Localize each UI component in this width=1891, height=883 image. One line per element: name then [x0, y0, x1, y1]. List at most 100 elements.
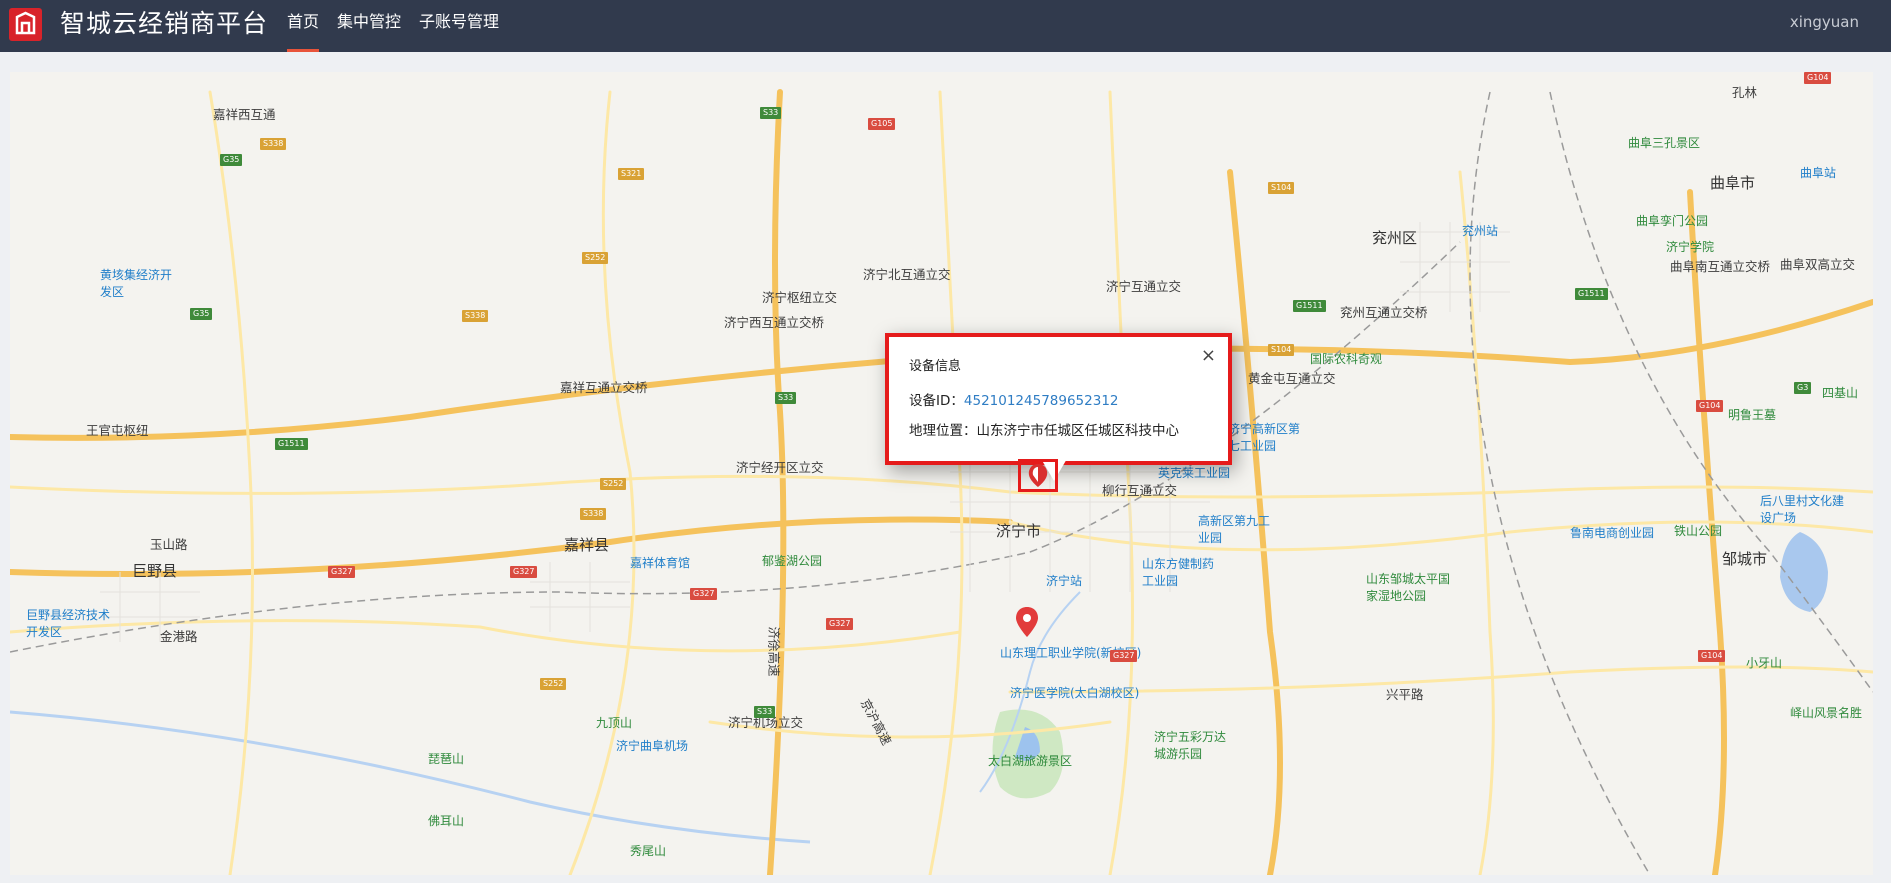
map-label-yishan: 峄山风景名胜 [1790, 706, 1863, 720]
map-label-qufuluan: 曲阜孪门公园 [1636, 214, 1709, 228]
map-label-wangguan: 王官屯枢纽 [86, 423, 149, 438]
map-label-jingang: 金港路 [160, 629, 198, 644]
device-id-label: 设备ID： [909, 393, 964, 409]
road-shield: S33 [775, 392, 797, 404]
map-label-qufuzhan: 曲阜站 [1800, 166, 1837, 180]
map-label-houbali: 后八里村文化建设广场 [1760, 494, 1845, 525]
map-label-jining-city: 济宁市 [996, 522, 1042, 540]
nav-central-control[interactable]: 集中管控 [328, 0, 410, 52]
map-label-jiningbei: 济宁北互通立交 [863, 267, 951, 282]
device-id-row: 设备ID：452101245789652312 [909, 389, 1119, 409]
location-marker-icon[interactable] [1016, 607, 1038, 637]
map-label-gaoxin9: 高新区第九工业园 [1198, 514, 1271, 545]
map-label-yanzhou: 兖州区 [1372, 229, 1418, 247]
map-label-jiningzhan: 济宁站 [1046, 574, 1083, 588]
map-label-huangjin: 黄金屯互通立交 [1248, 371, 1336, 386]
map-label-pipa: 琵琶山 [428, 752, 465, 766]
map-label-jixu: 济徐高速 [766, 626, 782, 677]
road-shield: S104 [1268, 344, 1295, 356]
map-label-jiaxiang: 嘉祥县 [564, 536, 610, 554]
road-shield: G105 [868, 118, 896, 130]
device-pin-highlight[interactable] [1018, 459, 1058, 492]
map-label-jiuding: 九顶山 [596, 716, 633, 730]
app-logo-icon [9, 8, 42, 41]
map-label-yuanhu: 郁鉴湖公园 [762, 554, 823, 568]
road-shield: S252 [600, 478, 627, 490]
map-label-yushan: 玉山路 [150, 537, 188, 552]
map-label-jiaxiangxi: 嘉祥西互通 [213, 107, 276, 122]
road-shield: S252 [540, 678, 567, 690]
nav-home[interactable]: 首页 [278, 0, 328, 52]
map-label-fangjian: 山东方健制药工业园 [1142, 557, 1215, 588]
road-shield: S338 [580, 508, 607, 520]
map-label-guoji: 国际农科奇观 [1310, 352, 1383, 366]
map-label-jiningxueyuan: 济宁学院 [1666, 240, 1715, 254]
road-shield: S321 [618, 168, 645, 180]
location-row: 地理位置：山东济宁市任城区任城区科技中心 [909, 419, 1179, 439]
user-menu[interactable]: xingyuan [1790, 0, 1859, 44]
map-label-taibaihu: 太白湖旅游景区 [988, 754, 1073, 768]
map-label-jiningjing: 济宁经开区立交 [736, 460, 824, 475]
road-shield: G35 [220, 154, 243, 166]
road-shield: G104 [1804, 72, 1832, 84]
map-label-jiningxi: 济宁西互通立交桥 [724, 315, 825, 330]
road-shield: G1511 [1575, 288, 1608, 300]
road-network [10, 89, 1873, 875]
road-shield: S338 [260, 138, 287, 150]
map-label-zoucheng-wetland: 山东邹城太平国家湿地公园 [1366, 572, 1451, 603]
map-label-xingping: 兴平路 [1386, 687, 1424, 702]
map-label-sanqu: 曲阜三孔景区 [1628, 136, 1701, 150]
nav-sub-account[interactable]: 子账号管理 [410, 0, 508, 52]
location-label: 地理位置： [909, 423, 977, 439]
map-label-yanzhouzhan: 兖州站 [1462, 224, 1499, 238]
road-shield: G327 [1110, 650, 1138, 662]
device-id-link[interactable]: 452101245789652312 [964, 393, 1119, 409]
map-label-tiyuguan: 嘉祥体育馆 [630, 556, 691, 570]
map-label-mingluwang: 明鲁王墓 [1728, 408, 1777, 422]
map-label-zoucheng: 邹城市 [1722, 550, 1768, 568]
road-shield: G35 [190, 308, 213, 320]
road-shield: G327 [510, 566, 538, 578]
top-navigation-bar: 智城云经销商平台 首页 集中管控 子账号管理 xingyuan [0, 0, 1891, 52]
popup-title: 设备信息 [909, 359, 962, 374]
map-label-jiningshu: 济宁枢纽立交 [762, 290, 838, 305]
map-label-qufuhu: 曲阜南互通立交桥 [1670, 259, 1771, 274]
device-info-popup: 设备信息 × 设备ID：452101245789652312 地理位置：山东济宁… [885, 333, 1232, 465]
road-shield: S252 [582, 252, 609, 264]
road-shield: G104 [1698, 650, 1726, 662]
map-label-juye: 巨野县 [132, 562, 178, 580]
road-shield: G3 [1794, 382, 1812, 394]
road-shield: G327 [826, 618, 854, 630]
road-shield: G1511 [1293, 300, 1326, 312]
road-shield: G1511 [275, 438, 308, 450]
map-label-lunan: 鲁南电商创业园 [1570, 526, 1655, 540]
map-label-yingke: 英克莱工业园 [1158, 466, 1231, 480]
map-label-airport: 济宁曲阜机场 [616, 739, 689, 753]
road-shield: S338 [462, 310, 489, 322]
map-label-liuhang: 柳行互通立交 [1102, 483, 1178, 498]
map-label-yixue: 济宁医学院(太白湖校区) [1010, 686, 1140, 700]
map-label-qufushuang: 曲阜双高立交 [1780, 257, 1856, 272]
map-canvas[interactable]: 济宁市 济宁市 兖州区 曲阜市 嘉祥县 巨野县 邹城市 孔林 嘉祥西互通 嘉祥互… [10, 72, 1873, 875]
device-pin-icon [1028, 464, 1048, 487]
map-label-tieshan: 铁山公园 [1674, 524, 1723, 538]
map-label-jiningwucai: 济宁五彩万达城游乐园 [1154, 730, 1227, 761]
map-label-xiuwei: 秀尾山 [630, 844, 667, 858]
map-label-foer: 佛耳山 [428, 814, 465, 828]
map-label-huangyi: 黄垓集经济开发区 [100, 268, 173, 299]
map-label-jiaxianghu: 嘉祥互通立交桥 [560, 380, 648, 395]
map-label-yanzhouhu: 兖州互通立交桥 [1340, 305, 1428, 320]
map-label-juye-kaifa: 巨野县经济技术开发区 [26, 608, 111, 639]
road-shield: G327 [690, 588, 718, 600]
road-shield: S33 [754, 706, 776, 718]
road-shield: S33 [760, 107, 782, 119]
map-label-sishan: 四基山 [1822, 386, 1859, 400]
main-nav: 首页 集中管控 子账号管理 [278, 0, 508, 52]
map-label-xiaoya: 小牙山 [1746, 656, 1783, 670]
app-title: 智城云经销商平台 [60, 9, 269, 38]
road-shield: G104 [1696, 400, 1724, 412]
close-icon[interactable]: × [1201, 347, 1216, 365]
road-shield: S104 [1268, 182, 1295, 194]
map-label-qufu: 曲阜市 [1710, 174, 1756, 192]
map-label-jiningli: 济宁互通立交 [1106, 279, 1182, 294]
